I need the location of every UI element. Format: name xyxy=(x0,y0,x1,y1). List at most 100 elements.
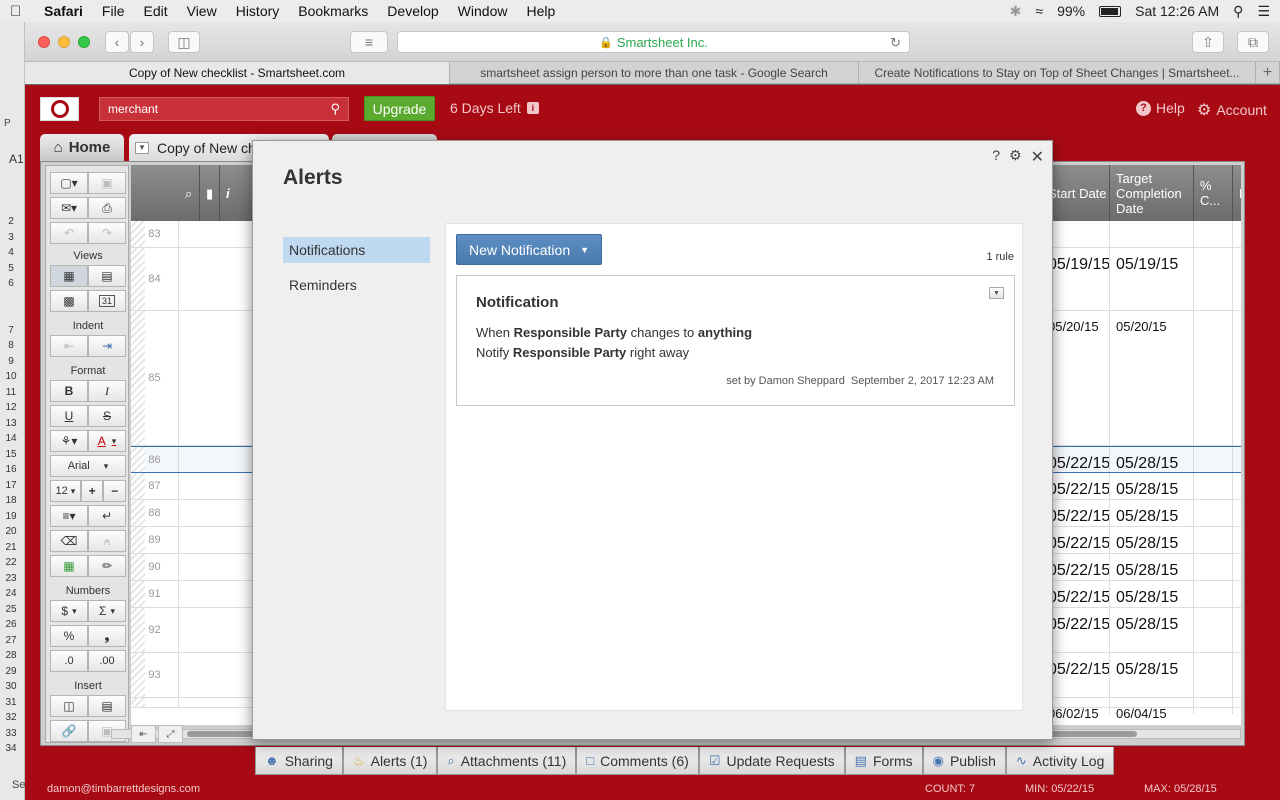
insert-row-button[interactable]: ▤ xyxy=(88,695,126,717)
align-button[interactable]: ≡▾ xyxy=(50,505,88,527)
forward-button[interactable]: › xyxy=(130,31,154,53)
predecessor-cell[interactable] xyxy=(1232,653,1241,697)
menu-develop[interactable]: Develop xyxy=(387,3,438,19)
target-date-cell[interactable]: 05/28/15 xyxy=(1109,473,1193,499)
reader-button[interactable]: ≡ xyxy=(350,31,388,53)
account-link[interactable]: ⚙ Account xyxy=(1197,100,1267,120)
row-number[interactable]: 83 xyxy=(131,221,179,247)
percent-cell[interactable] xyxy=(1193,698,1232,714)
sidebar-button[interactable]: ◫ xyxy=(168,31,200,53)
chevron-down-icon[interactable]: ▼ xyxy=(989,287,1004,299)
share-button[interactable]: ⇧ xyxy=(1192,31,1224,53)
indent-button[interactable]: ⇥ xyxy=(88,335,126,357)
gantt-view-button[interactable]: ▤ xyxy=(88,265,126,287)
menu-window[interactable]: Window xyxy=(458,3,508,19)
percent-cell[interactable] xyxy=(1193,581,1232,607)
underline-button[interactable]: U xyxy=(50,405,88,427)
gear-icon[interactable]: ⚙ xyxy=(1009,147,1022,167)
attachment-column-header[interactable]: ⌕ xyxy=(179,165,199,221)
currency-button[interactable]: $ ▾ xyxy=(50,600,88,622)
row-number[interactable]: 90 xyxy=(131,554,179,580)
save-button[interactable]: ▣ xyxy=(88,172,126,194)
menu-history[interactable]: History xyxy=(236,3,280,19)
close-icon[interactable]: ✕ xyxy=(1031,147,1044,167)
percent-cell[interactable] xyxy=(1193,608,1232,652)
apple-icon[interactable]:  xyxy=(10,3,30,20)
help-link[interactable]: ? Help xyxy=(1136,100,1185,116)
column-header-predecessors[interactable]: Pre xyxy=(1232,165,1241,221)
target-date-cell[interactable]: 05/20/15 xyxy=(1109,311,1193,445)
battery-icon[interactable] xyxy=(1099,5,1122,17)
predecessor-cell[interactable] xyxy=(1232,221,1241,247)
row-number[interactable]: 91 xyxy=(131,581,179,607)
text-color-button[interactable]: A ▾ xyxy=(88,430,126,452)
outdent-button[interactable]: ⇤ xyxy=(50,335,88,357)
predecessor-cell[interactable] xyxy=(1232,581,1241,607)
reload-icon[interactable]: ↻ xyxy=(890,35,901,51)
browser-tab-smartsheet[interactable]: Copy of New checklist - Smartsheet.com xyxy=(25,62,450,84)
home-tab[interactable]: ⌂ Home xyxy=(40,134,124,161)
thousands-separator-button[interactable]: ❟ xyxy=(88,625,126,647)
browser-tab-help[interactable]: Create Notifications to Stay on Top of S… xyxy=(859,62,1256,84)
predecessor-cell[interactable] xyxy=(1232,248,1241,310)
predecessor-cell[interactable] xyxy=(1232,698,1241,714)
predecessor-cell[interactable] xyxy=(1232,447,1241,472)
close-window-button[interactable] xyxy=(38,36,50,48)
column-header-target-date[interactable]: Target Completion Date xyxy=(1109,165,1193,221)
bottom-tab-comments[interactable]: □ Comments (6) xyxy=(576,747,699,775)
insert-link-button[interactable]: 🔗 xyxy=(50,720,88,742)
target-date-cell[interactable]: 05/28/15 xyxy=(1109,581,1193,607)
target-date-cell[interactable]: 05/28/15 xyxy=(1109,608,1193,652)
new-sheet-button[interactable]: ▢▾ xyxy=(50,172,88,194)
tabs-overview-button[interactable]: ⧉ xyxy=(1237,31,1269,53)
percent-cell[interactable] xyxy=(1193,447,1232,472)
predecessor-cell[interactable] xyxy=(1232,311,1241,445)
percent-button[interactable]: % xyxy=(50,625,88,647)
back-button[interactable]: ‹ xyxy=(105,31,129,53)
row-number[interactable]: 85 xyxy=(131,311,179,445)
bottom-tab-attachments[interactable]: ⌕ Attachments (11) xyxy=(437,747,577,775)
format-painter-button[interactable]: ⍲ xyxy=(88,530,126,552)
notification-card[interactable]: Notification ▼ When Responsible Party ch… xyxy=(456,275,1015,406)
percent-cell[interactable] xyxy=(1193,554,1232,580)
zoom-window-button[interactable] xyxy=(78,36,90,48)
bottom-tab-forms[interactable]: ▤ Forms xyxy=(844,747,923,775)
print-button[interactable]: ⎙ xyxy=(88,197,126,219)
grid-view-button[interactable]: ▦ xyxy=(50,265,88,287)
new-notification-button[interactable]: New Notification ▼ xyxy=(456,234,602,265)
predecessor-cell[interactable] xyxy=(1232,608,1241,652)
address-bar[interactable]: 🔒 Smartsheet Inc. ↻ xyxy=(397,31,910,53)
predecessor-cell[interactable] xyxy=(1232,554,1241,580)
comment-column-header[interactable]: ▮ xyxy=(199,165,219,221)
menu-edit[interactable]: Edit xyxy=(143,3,167,19)
spotlight-icon[interactable]: ⚲ xyxy=(1233,3,1243,20)
strikethrough-button[interactable]: S xyxy=(88,405,126,427)
upgrade-button[interactable]: Upgrade xyxy=(364,96,435,121)
new-tab-button[interactable]: + xyxy=(1256,62,1280,84)
menu-file[interactable]: File xyxy=(102,3,125,19)
chevron-down-icon[interactable]: ▼ xyxy=(135,141,149,154)
target-date-cell[interactable] xyxy=(1109,221,1193,247)
percent-cell[interactable] xyxy=(1193,473,1232,499)
info-icon[interactable]: i xyxy=(526,102,539,114)
nav-notifications[interactable]: Notifications xyxy=(283,237,430,263)
row-number[interactable]: 93 xyxy=(131,653,179,697)
percent-cell[interactable] xyxy=(1193,248,1232,310)
bottom-tab-sharing[interactable]: ☻ Sharing xyxy=(255,747,343,775)
row-number[interactable]: 86 xyxy=(131,447,179,472)
menu-safari[interactable]: Safari xyxy=(44,3,83,19)
predecessor-cell[interactable] xyxy=(1232,527,1241,553)
row-number[interactable]: 87 xyxy=(131,473,179,499)
bold-button[interactable]: B xyxy=(50,380,88,402)
italic-button[interactable]: I xyxy=(88,380,126,402)
target-date-cell[interactable]: 05/28/15 xyxy=(1109,554,1193,580)
target-date-cell[interactable]: 05/28/15 xyxy=(1109,500,1193,526)
row-number[interactable]: 84 xyxy=(131,248,179,310)
search-icon[interactable]: ⚲ xyxy=(330,101,340,117)
font-family-select[interactable]: Arial ▾ xyxy=(50,455,126,477)
menu-bookmarks[interactable]: Bookmarks xyxy=(298,3,368,19)
company-logo[interactable] xyxy=(40,97,79,121)
bottom-tab-activity[interactable]: ∿ Activity Log xyxy=(1005,747,1115,775)
card-view-button[interactable]: ▩ xyxy=(50,290,88,312)
freeze-column-button[interactable]: ⇤ xyxy=(131,725,156,743)
